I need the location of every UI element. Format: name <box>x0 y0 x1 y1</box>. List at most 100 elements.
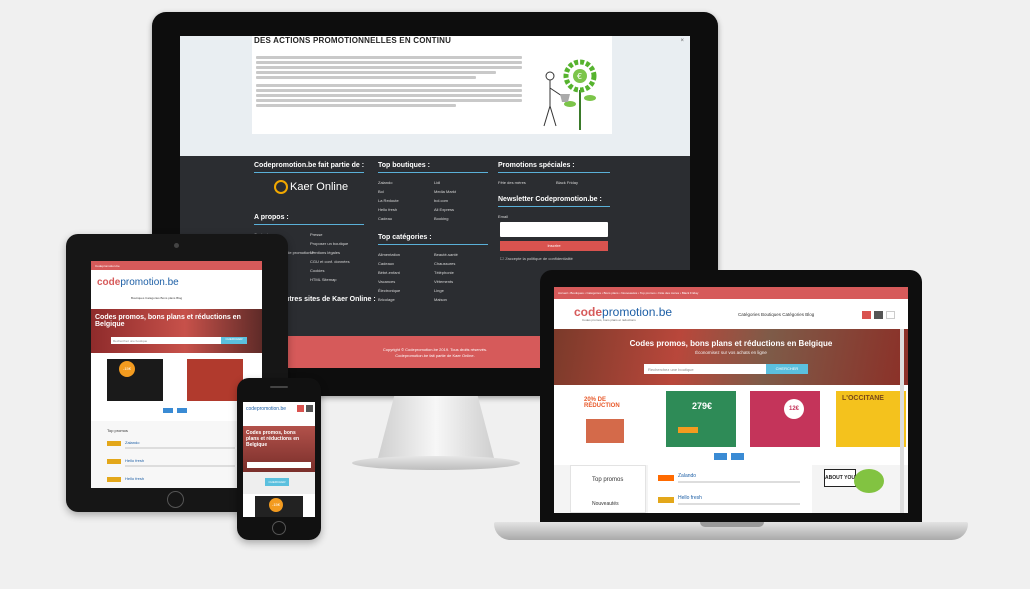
footer-shop-link[interactable]: Bol <box>378 189 384 194</box>
footer-shop-link[interactable]: Ali Express <box>434 207 454 212</box>
footer-special-link[interactable]: Fête des mères <box>498 180 526 185</box>
search-input[interactable]: Recherchez une boutique <box>644 364 766 374</box>
ad-banner[interactable]: ABOUT YOU <box>824 469 856 487</box>
footer-cat-link[interactable]: Électronique <box>378 288 400 293</box>
promo-banner[interactable]: -15€ <box>255 496 303 517</box>
kaer-online-logo[interactable]: Kaer Online <box>274 180 348 194</box>
site-logo[interactable]: codepromotion.be <box>246 406 286 412</box>
footer-cat-link[interactable]: Téléphonie <box>434 270 454 275</box>
carousel-next-button[interactable] <box>177 408 187 413</box>
speaker-icon <box>270 386 288 388</box>
newsletter-email-label: Email <box>498 214 509 219</box>
list-item-link[interactable]: Hello fresh <box>125 458 144 463</box>
carousel-next-button[interactable] <box>731 453 744 460</box>
top-bar: Codepromotion.be <box>91 261 262 270</box>
home-button[interactable] <box>167 491 184 508</box>
footer-about-heading: A propos : <box>254 214 289 221</box>
footer-cat-link[interactable]: Vêtements <box>434 279 453 284</box>
search-button[interactable]: CHERCHER <box>265 478 289 486</box>
list-item-link[interactable]: Hello fresh <box>678 495 702 501</box>
article-text-line <box>256 104 456 107</box>
hero-banner: Codes promos, bons plans et réductions e… <box>91 309 262 353</box>
hero-banner: Codes promos, bons plans et réductions e… <box>243 426 315 472</box>
user-icon[interactable] <box>862 311 871 319</box>
promo-banner[interactable] <box>187 359 243 401</box>
main-nav[interactable]: Catégories Boutiques Catégories Blog <box>738 312 814 317</box>
newsletter-email-input[interactable] <box>500 222 608 237</box>
svg-text:€: € <box>577 72 582 81</box>
footer-shop-link[interactable]: Lidl <box>434 180 440 185</box>
footer-link[interactable]: Presse <box>310 232 322 237</box>
footer-cat-link[interactable]: Alimentation <box>378 252 400 257</box>
scrollbar[interactable] <box>900 329 904 513</box>
hero-title: Codes promos, bons plans et réductions e… <box>95 314 241 328</box>
promo-banner[interactable]: -15€ <box>107 359 163 401</box>
newsletter-consent-checkbox[interactable]: ☐ J'accepte la politique de confidential… <box>500 256 573 261</box>
article-text-line <box>256 56 522 59</box>
sidebar-title[interactable]: Top promos <box>592 477 623 483</box>
promo-banner[interactable]: 279€ <box>666 391 736 447</box>
flag-icon[interactable] <box>886 311 895 319</box>
footer-link[interactable]: Proposer un boutique <box>310 241 348 246</box>
phone-device: codepromotion.be Codes promos, bons plan… <box>237 378 321 540</box>
search-icon[interactable] <box>306 405 313 412</box>
divider <box>498 206 610 207</box>
carousel-prev-button[interactable] <box>714 453 727 460</box>
list-item-text <box>125 465 235 467</box>
footer-link[interactable]: HTML Sitemap <box>310 277 337 282</box>
footer-special-link[interactable]: Black Friday <box>556 180 578 185</box>
main-menu[interactable]: Boutiques Catégories Bons plans Blog <box>131 296 182 300</box>
search-input[interactable] <box>247 462 311 468</box>
footer-cat-link[interactable]: Chaussures <box>434 261 455 266</box>
list-item-link[interactable]: Zalando <box>678 473 696 479</box>
footer-link[interactable]: Mentions légales <box>310 250 340 255</box>
footer-shop-link[interactable]: La Redoute <box>378 198 399 203</box>
footer-shop-link[interactable]: Hello fresh <box>378 207 397 212</box>
kaer-ring-icon <box>274 180 288 194</box>
list-title: Top promos <box>107 428 128 433</box>
footer-shop-link[interactable]: bol.com <box>434 198 448 203</box>
search-button[interactable]: CHERCHER <box>766 364 808 374</box>
search-button[interactable]: CHERCHER <box>221 337 247 344</box>
footer-cat-link[interactable]: Vacances <box>378 279 395 284</box>
kaer-brand-text: Kaer Online <box>290 181 349 193</box>
promo-banner[interactable]: L'OCCITANE <box>836 391 906 447</box>
promo-banner[interactable]: 12€ <box>750 391 820 447</box>
footer-cat-link[interactable]: Bricolage <box>378 297 395 302</box>
footer-shop-link[interactable]: Zalando <box>378 180 392 185</box>
footer-shop-link[interactable]: Media Markt <box>434 189 456 194</box>
money-plant-illustration: € <box>532 48 610 132</box>
footer-link[interactable]: CGU et conf. données <box>310 259 350 264</box>
footer-cat-link[interactable]: Cadeaux <box>378 261 394 266</box>
promo-banner[interactable]: 20% DE RÉDUCTION <box>578 391 648 447</box>
footer-topcats-heading: Top catégories : <box>378 234 432 241</box>
search-icon[interactable] <box>874 311 883 319</box>
ad-badge[interactable] <box>854 469 884 493</box>
shop-logo <box>658 475 674 481</box>
close-icon[interactable]: × <box>680 38 684 44</box>
banner-button <box>678 427 698 433</box>
carousel-prev-button[interactable] <box>163 408 173 413</box>
article-text-line <box>256 71 496 74</box>
list-item-link[interactable]: Zalando <box>125 440 139 445</box>
footer-link[interactable]: Cookies <box>310 268 324 273</box>
list-item-link[interactable]: Hello fresh <box>125 476 144 481</box>
divider <box>254 172 364 173</box>
search-input[interactable]: Recherchez une boutique <box>111 337 221 344</box>
sidebar-subtitle[interactable]: Nouveautés <box>592 501 619 507</box>
home-button[interactable] <box>272 521 286 535</box>
banner-image <box>586 419 624 443</box>
footer-cat-link[interactable]: Maison <box>434 297 447 302</box>
newsletter-submit-button[interactable]: Inscrire <box>500 241 608 251</box>
divider <box>254 224 364 225</box>
menu-icon[interactable] <box>297 405 304 412</box>
footer-shop-link[interactable]: Cadeau <box>378 216 392 221</box>
footer-cat-link[interactable]: Beauté-santé <box>434 252 458 257</box>
consent-label: J'accepte la politique de confidentialit… <box>504 256 573 261</box>
footer-shop-link[interactable]: Booking <box>434 216 448 221</box>
site-logo[interactable]: codepromotion.be <box>574 305 672 319</box>
top-bar-links[interactable]: Accueil • Boutiques • Catégories • Bons … <box>558 291 698 295</box>
site-logo[interactable]: codepromotion.be <box>97 277 179 288</box>
footer-cat-link[interactable]: Bébé-enfant <box>378 270 400 275</box>
footer-cat-link[interactable]: Linge <box>434 288 444 293</box>
